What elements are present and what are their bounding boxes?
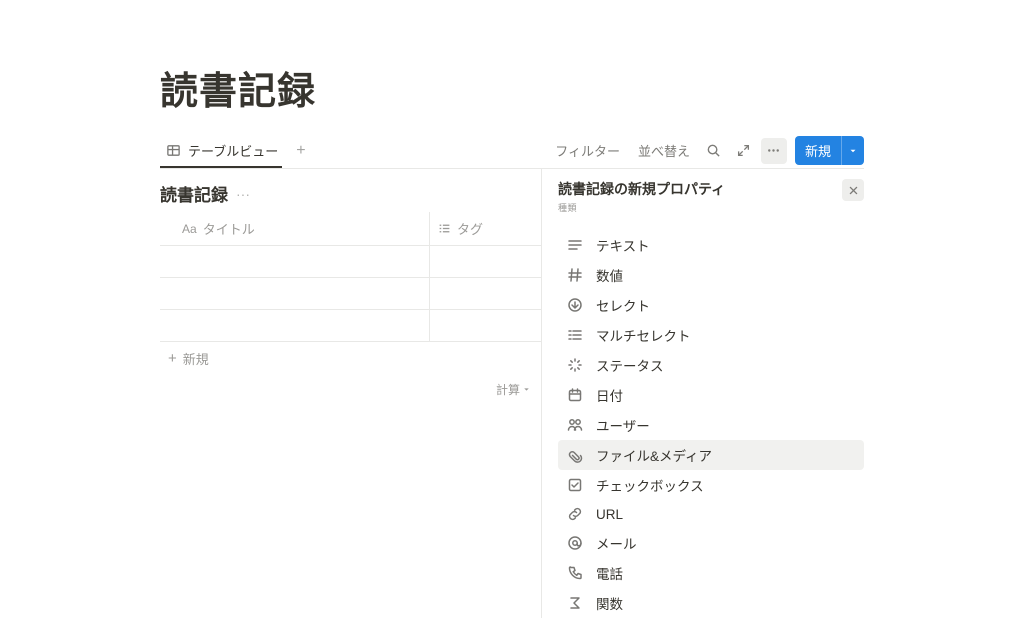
- page-title: 読書記録: [160, 60, 864, 115]
- column-header-tag[interactable]: タグ: [430, 212, 541, 245]
- property-type-formula[interactable]: 関数: [558, 588, 864, 618]
- add-row-button[interactable]: + 新規: [160, 342, 541, 375]
- formula-icon: [566, 594, 584, 612]
- panel-title: 読書記録の新規プロパティ: [558, 179, 725, 199]
- column-header-title[interactable]: Aa タイトル: [160, 212, 430, 245]
- property-type-phone[interactable]: 電話: [558, 558, 864, 588]
- property-type-label: URL: [596, 507, 623, 522]
- text-icon: [566, 236, 584, 254]
- close-panel-button[interactable]: [842, 179, 864, 201]
- property-type-date[interactable]: 日付: [558, 380, 864, 410]
- view-tab-label: テーブルビュー: [188, 141, 278, 160]
- database-title[interactable]: 読書記録: [160, 181, 228, 206]
- panel-subtitle: 種類: [558, 201, 725, 214]
- select-icon: [566, 296, 584, 314]
- plus-icon: +: [168, 350, 177, 367]
- multiselect-icon: [438, 222, 451, 235]
- property-type-label: ステータス: [596, 355, 664, 375]
- property-type-file[interactable]: ファイル&メディア: [558, 440, 864, 470]
- property-type-label: 電話: [596, 563, 623, 583]
- property-type-label: ファイル&メディア: [596, 445, 712, 465]
- new-button-dropdown[interactable]: [841, 136, 864, 165]
- table-icon: [164, 141, 182, 159]
- view-tab-table[interactable]: テーブルビュー: [160, 135, 282, 168]
- multiselect-icon: [566, 326, 584, 344]
- date-icon: [566, 386, 584, 404]
- property-type-label: セレクト: [596, 295, 650, 315]
- chevron-down-icon: [522, 385, 531, 394]
- database-more-icon[interactable]: ···: [236, 186, 250, 202]
- number-icon: [566, 266, 584, 284]
- text-aa-icon: Aa: [182, 222, 197, 236]
- property-type-label: チェックボックス: [596, 475, 704, 495]
- property-type-text[interactable]: テキスト: [558, 230, 864, 260]
- search-icon[interactable]: [701, 138, 727, 164]
- column-header-title-label: タイトル: [203, 219, 255, 238]
- property-type-label: 日付: [596, 385, 623, 405]
- property-type-label: ユーザー: [596, 415, 650, 435]
- property-type-label: 関数: [596, 593, 623, 613]
- add-row-label: 新規: [183, 349, 209, 368]
- table-row[interactable]: [160, 310, 541, 342]
- property-type-url[interactable]: URL: [558, 500, 864, 528]
- calc-row[interactable]: 計算: [160, 375, 541, 398]
- calc-label: 計算: [496, 381, 520, 398]
- property-type-email[interactable]: メール: [558, 528, 864, 558]
- property-type-status[interactable]: ステータス: [558, 350, 864, 380]
- table-row[interactable]: [160, 246, 541, 278]
- property-type-checkbox[interactable]: チェックボックス: [558, 470, 864, 500]
- add-view-button[interactable]: +: [290, 142, 311, 160]
- property-type-number[interactable]: 数値: [558, 260, 864, 290]
- property-type-label: メール: [596, 533, 637, 553]
- property-type-label: 数値: [596, 265, 623, 285]
- property-type-label: マルチセレクト: [596, 325, 691, 345]
- file-icon: [566, 446, 584, 464]
- checkbox-icon: [566, 476, 584, 494]
- database-table: 読書記録 ··· Aa タイトル タグ + 新規: [160, 169, 542, 618]
- property-type-multiselect[interactable]: マルチセレクト: [558, 320, 864, 350]
- expand-icon[interactable]: [731, 138, 757, 164]
- phone-icon: [566, 564, 584, 582]
- property-type-label: テキスト: [596, 235, 650, 255]
- property-type-person[interactable]: ユーザー: [558, 410, 864, 440]
- new-button[interactable]: 新規: [795, 136, 841, 165]
- status-icon: [566, 356, 584, 374]
- email-icon: [566, 534, 584, 552]
- person-icon: [566, 416, 584, 434]
- filter-button[interactable]: フィルター: [548, 137, 627, 164]
- property-panel: 読書記録の新規プロパティ 種類 テキスト数値セレクトマルチセレクトステータス日付…: [542, 169, 864, 618]
- database-toolbar: テーブルビュー + フィルター 並べ替え 新規: [160, 133, 864, 169]
- new-button-group: 新規: [795, 136, 864, 165]
- column-header-tag-label: タグ: [457, 219, 483, 238]
- sort-button[interactable]: 並べ替え: [631, 137, 697, 164]
- property-type-select[interactable]: セレクト: [558, 290, 864, 320]
- more-icon[interactable]: [761, 138, 787, 164]
- table-row[interactable]: [160, 278, 541, 310]
- close-icon: [848, 185, 859, 196]
- url-icon: [566, 505, 584, 523]
